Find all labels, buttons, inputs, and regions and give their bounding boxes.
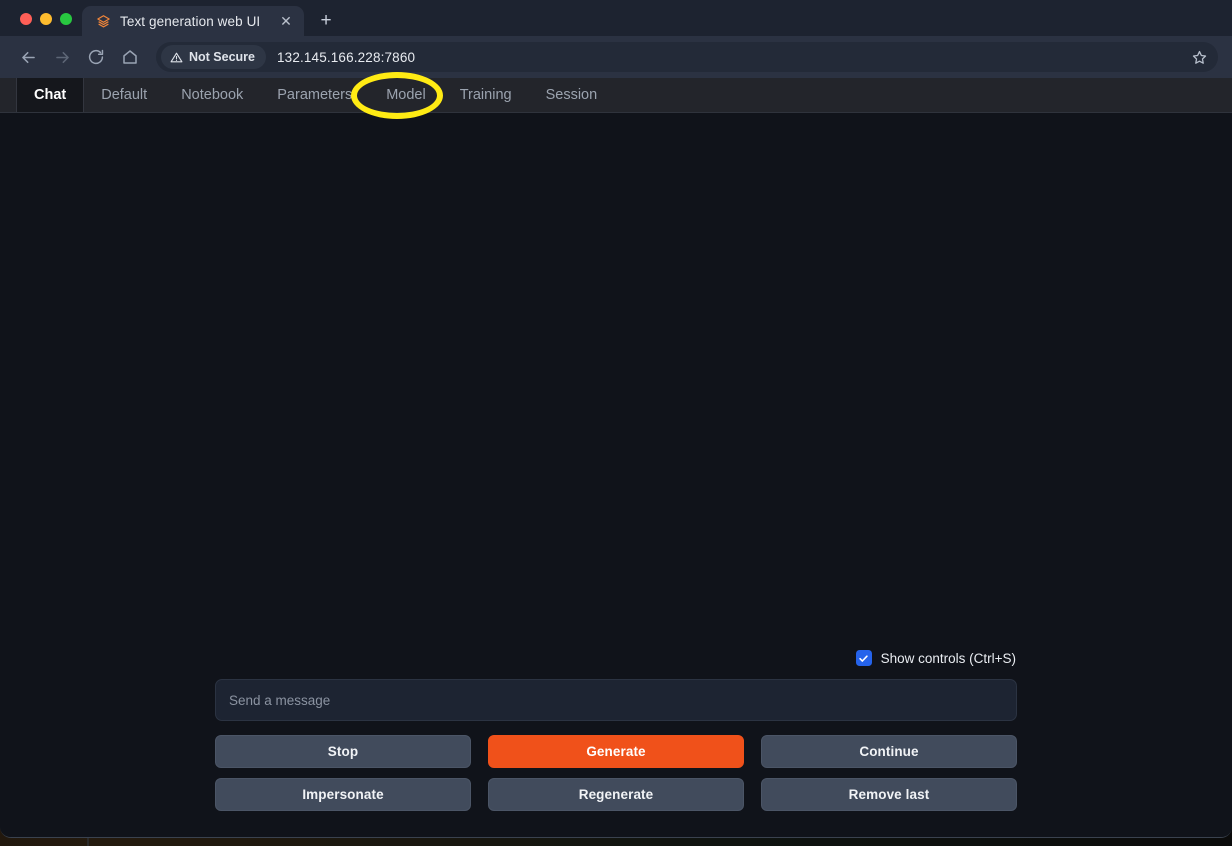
show-controls-row: Show controls (Ctrl+S): [215, 644, 1017, 672]
star-icon: [1191, 49, 1208, 66]
stop-button[interactable]: Stop: [215, 735, 471, 768]
chat-controls-panel: Show controls (Ctrl+S) Send a message St…: [0, 644, 1232, 811]
tab-default[interactable]: Default: [84, 78, 164, 112]
reload-button[interactable]: [80, 41, 112, 73]
bookmark-button[interactable]: [1186, 44, 1212, 70]
action-button-grid: Stop Generate Continue Impersonate Regen…: [215, 735, 1017, 811]
forward-arrow-icon: [53, 48, 72, 67]
impersonate-button[interactable]: Impersonate: [215, 778, 471, 811]
browser-tab[interactable]: Text generation web UI ✕: [82, 6, 304, 36]
tab-parameters[interactable]: Parameters: [260, 78, 369, 112]
maximize-window-button[interactable]: [60, 13, 72, 25]
reload-icon: [87, 48, 105, 66]
warning-triangle-icon: [170, 51, 183, 64]
message-input[interactable]: Send a message: [215, 679, 1017, 721]
browser-window: Text generation web UI ✕ +: [0, 0, 1232, 838]
security-badge-label: Not Secure: [189, 50, 255, 64]
browser-tab-title: Text generation web UI: [120, 14, 269, 29]
browser-toolbar: Not Secure 132.145.166.228:7860: [0, 36, 1232, 78]
security-badge[interactable]: Not Secure: [161, 45, 266, 69]
home-button[interactable]: [114, 41, 146, 73]
desktop-divider: [87, 838, 89, 846]
regenerate-button[interactable]: Regenerate: [488, 778, 744, 811]
close-tab-button[interactable]: ✕: [278, 13, 294, 29]
minimize-window-button[interactable]: [40, 13, 52, 25]
generate-button[interactable]: Generate: [488, 735, 744, 768]
address-bar[interactable]: Not Secure 132.145.166.228:7860: [156, 42, 1218, 72]
show-controls-checkbox[interactable]: [856, 650, 872, 666]
tab-notebook[interactable]: Notebook: [164, 78, 260, 112]
home-icon: [121, 48, 139, 66]
chat-transcript-area: [0, 113, 1232, 644]
url-text: 132.145.166.228:7860: [277, 50, 415, 65]
stacked-layers-icon: [96, 14, 111, 29]
app-tab-bar: Chat Default Notebook Parameters Model T…: [0, 78, 1232, 113]
tab-chat[interactable]: Chat: [16, 78, 84, 112]
forward-button[interactable]: [46, 41, 78, 73]
new-tab-button[interactable]: +: [312, 6, 340, 34]
tab-model[interactable]: Model: [369, 78, 443, 112]
browser-tab-strip: Text generation web UI ✕ +: [0, 0, 1232, 36]
message-input-placeholder: Send a message: [229, 693, 330, 708]
web-page-content: Chat Default Notebook Parameters Model T…: [0, 78, 1232, 838]
window-traffic-lights: [0, 13, 82, 36]
tab-training[interactable]: Training: [443, 78, 529, 112]
back-arrow-icon: [19, 48, 38, 67]
back-button[interactable]: [12, 41, 44, 73]
continue-button[interactable]: Continue: [761, 735, 1017, 768]
tab-session[interactable]: Session: [529, 78, 615, 112]
remove-last-button[interactable]: Remove last: [761, 778, 1017, 811]
close-window-button[interactable]: [20, 13, 32, 25]
checkmark-icon: [858, 653, 869, 664]
show-controls-label: Show controls (Ctrl+S): [881, 651, 1016, 666]
